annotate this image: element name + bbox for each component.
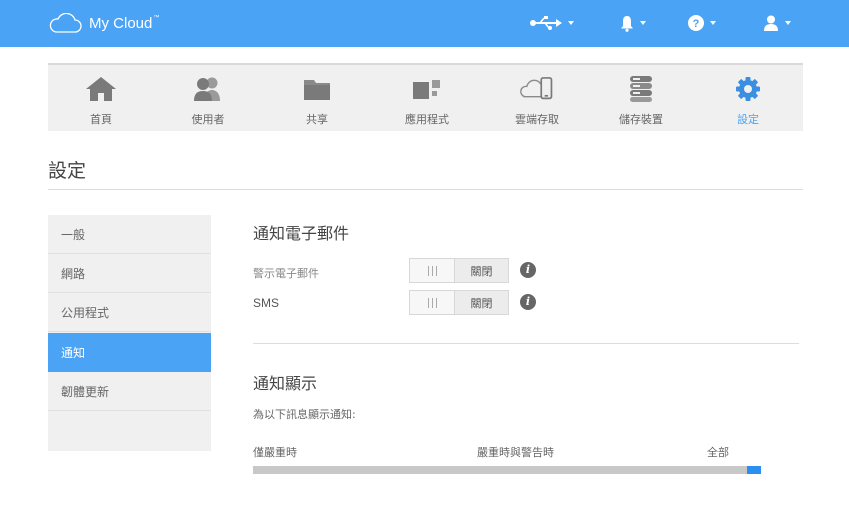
sms-label: SMS — [253, 296, 280, 310]
section-title-email: 通知電子郵件 — [253, 224, 350, 243]
help-menu[interactable]: ? — [688, 12, 716, 34]
sidebar-item-notifications[interactable]: 通知 — [48, 333, 211, 372]
toggle-state: 關閉 — [455, 259, 508, 282]
usb-menu[interactable] — [530, 12, 574, 34]
gear-icon — [736, 77, 760, 101]
section-divider — [253, 343, 799, 344]
nav-label: 應用程式 — [405, 113, 449, 126]
toggle-handle[interactable] — [410, 291, 455, 314]
folder-icon — [304, 80, 330, 100]
main-nav: 首頁 使用者 共享 應用程式 雲端存取 儲存裝置 設定 — [48, 63, 803, 131]
sidebar-item-general[interactable]: 一般 — [48, 215, 211, 254]
settings-sidebar: 一般 網路 公用程式 通知 韌體更新 — [48, 215, 211, 451]
chevron-down-icon — [640, 21, 646, 25]
nav-label: 設定 — [737, 113, 759, 126]
users-icon — [194, 77, 220, 101]
nav-item-cloud-access[interactable]: 雲端存取 — [497, 65, 577, 131]
top-bar: My Cloud™ ? — [0, 0, 849, 47]
svg-text:?: ? — [693, 18, 700, 30]
sidebar-item-utilities[interactable]: 公用程式 — [48, 293, 211, 332]
sidebar-item-firmware-update[interactable]: 韌體更新 — [48, 372, 211, 411]
chevron-down-icon — [568, 21, 574, 25]
sms-toggle[interactable]: 關閉 — [409, 290, 509, 315]
apps-icon — [413, 80, 440, 99]
cloud-logo-icon — [49, 13, 82, 33]
chevron-down-icon — [710, 21, 716, 25]
slider-thumb[interactable] — [747, 466, 761, 474]
divider — [48, 189, 803, 190]
cloud-device-icon — [520, 77, 553, 100]
nav-item-settings[interactable]: 設定 — [708, 65, 788, 131]
usb-icon — [530, 16, 562, 30]
toggle-state: 關閉 — [455, 291, 508, 314]
notification-level-slider[interactable] — [253, 466, 761, 474]
logo-text: My Cloud™ — [89, 14, 160, 32]
nav-label: 儲存裝置 — [619, 113, 663, 126]
user-icon — [764, 15, 778, 31]
info-icon[interactable]: i — [520, 294, 536, 310]
level-label-critical-warning: 嚴重時與警告時 — [477, 446, 554, 459]
nav-item-apps[interactable]: 應用程式 — [387, 65, 467, 131]
level-label-all: 全部 — [707, 446, 729, 459]
alert-email-toggle[interactable]: 關閉 — [409, 258, 509, 283]
notifications-menu[interactable] — [620, 12, 646, 34]
alert-email-label: 警示電子郵件 — [253, 267, 319, 280]
nav-item-shares[interactable]: 共享 — [277, 65, 357, 131]
storage-icon — [630, 76, 652, 102]
info-icon[interactable]: i — [520, 262, 536, 278]
user-menu[interactable] — [763, 12, 791, 34]
level-label-critical: 僅嚴重時 — [253, 446, 297, 459]
display-description: 為以下訊息顯示通知: — [253, 408, 356, 421]
logo[interactable]: My Cloud™ — [48, 13, 159, 33]
section-title-display: 通知顯示 — [253, 374, 318, 393]
nav-label: 雲端存取 — [515, 113, 559, 126]
nav-label: 使用者 — [191, 113, 225, 126]
nav-item-users[interactable]: 使用者 — [168, 65, 248, 131]
help-icon: ? — [688, 15, 704, 31]
home-icon — [86, 77, 116, 101]
page-title: 設定 — [48, 160, 87, 182]
toggle-handle[interactable] — [410, 259, 455, 282]
nav-label: 共享 — [306, 113, 328, 126]
bell-icon — [621, 15, 633, 32]
chevron-down-icon — [785, 21, 791, 25]
nav-item-home[interactable]: 首頁 — [61, 65, 141, 131]
sidebar-item-network[interactable]: 網路 — [48, 254, 211, 293]
nav-label: 首頁 — [90, 113, 112, 126]
nav-item-storage[interactable]: 儲存裝置 — [601, 65, 681, 131]
